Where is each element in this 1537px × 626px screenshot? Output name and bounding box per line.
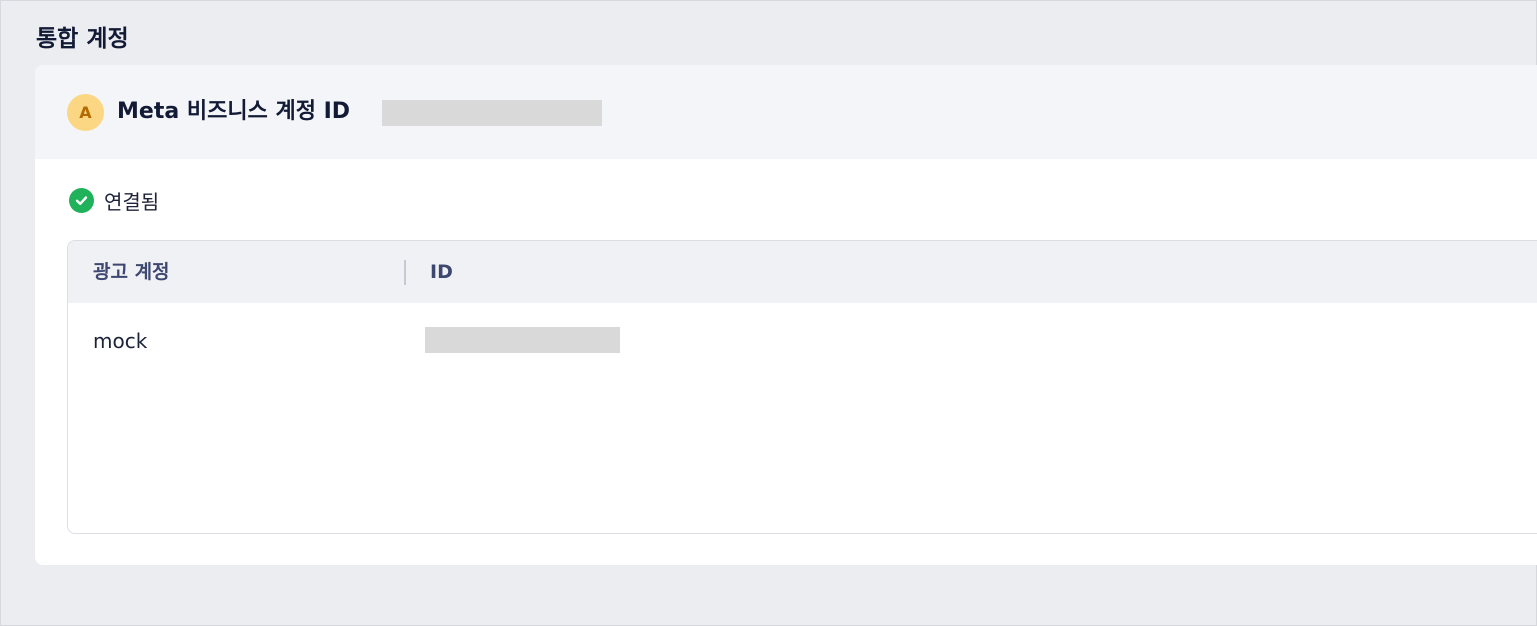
page-frame: 통합 계정 A Meta 비즈니스 계정 ID 연결됨 광고 계정 ID moc… — [0, 0, 1537, 626]
table-row[interactable]: mock — [68, 303, 1537, 377]
column-divider[interactable] — [404, 260, 406, 285]
column-header-ad-account: 광고 계정 — [93, 261, 170, 283]
ad-accounts-table: 광고 계정 ID mock — [67, 240, 1537, 534]
check-mark-icon — [75, 195, 88, 205]
avatar: A — [67, 94, 104, 131]
redacted-ad-account-id — [425, 327, 620, 353]
integrated-account-card: A Meta 비즈니스 계정 ID 연결됨 광고 계정 ID mock — [35, 65, 1537, 565]
column-header-id: ID — [430, 261, 453, 283]
business-account-title: Meta 비즈니스 계정 ID — [117, 99, 351, 124]
table-header: 광고 계정 ID — [68, 241, 1537, 303]
card-header: A Meta 비즈니스 계정 ID — [35, 65, 1537, 159]
section-title: 통합 계정 — [36, 26, 129, 52]
redacted-business-id — [382, 100, 602, 126]
ad-account-name: mock — [93, 329, 148, 353]
status-label: 연결됨 — [104, 189, 160, 214]
connection-status: 연결됨 — [69, 186, 159, 214]
check-circle-icon — [69, 187, 94, 213]
